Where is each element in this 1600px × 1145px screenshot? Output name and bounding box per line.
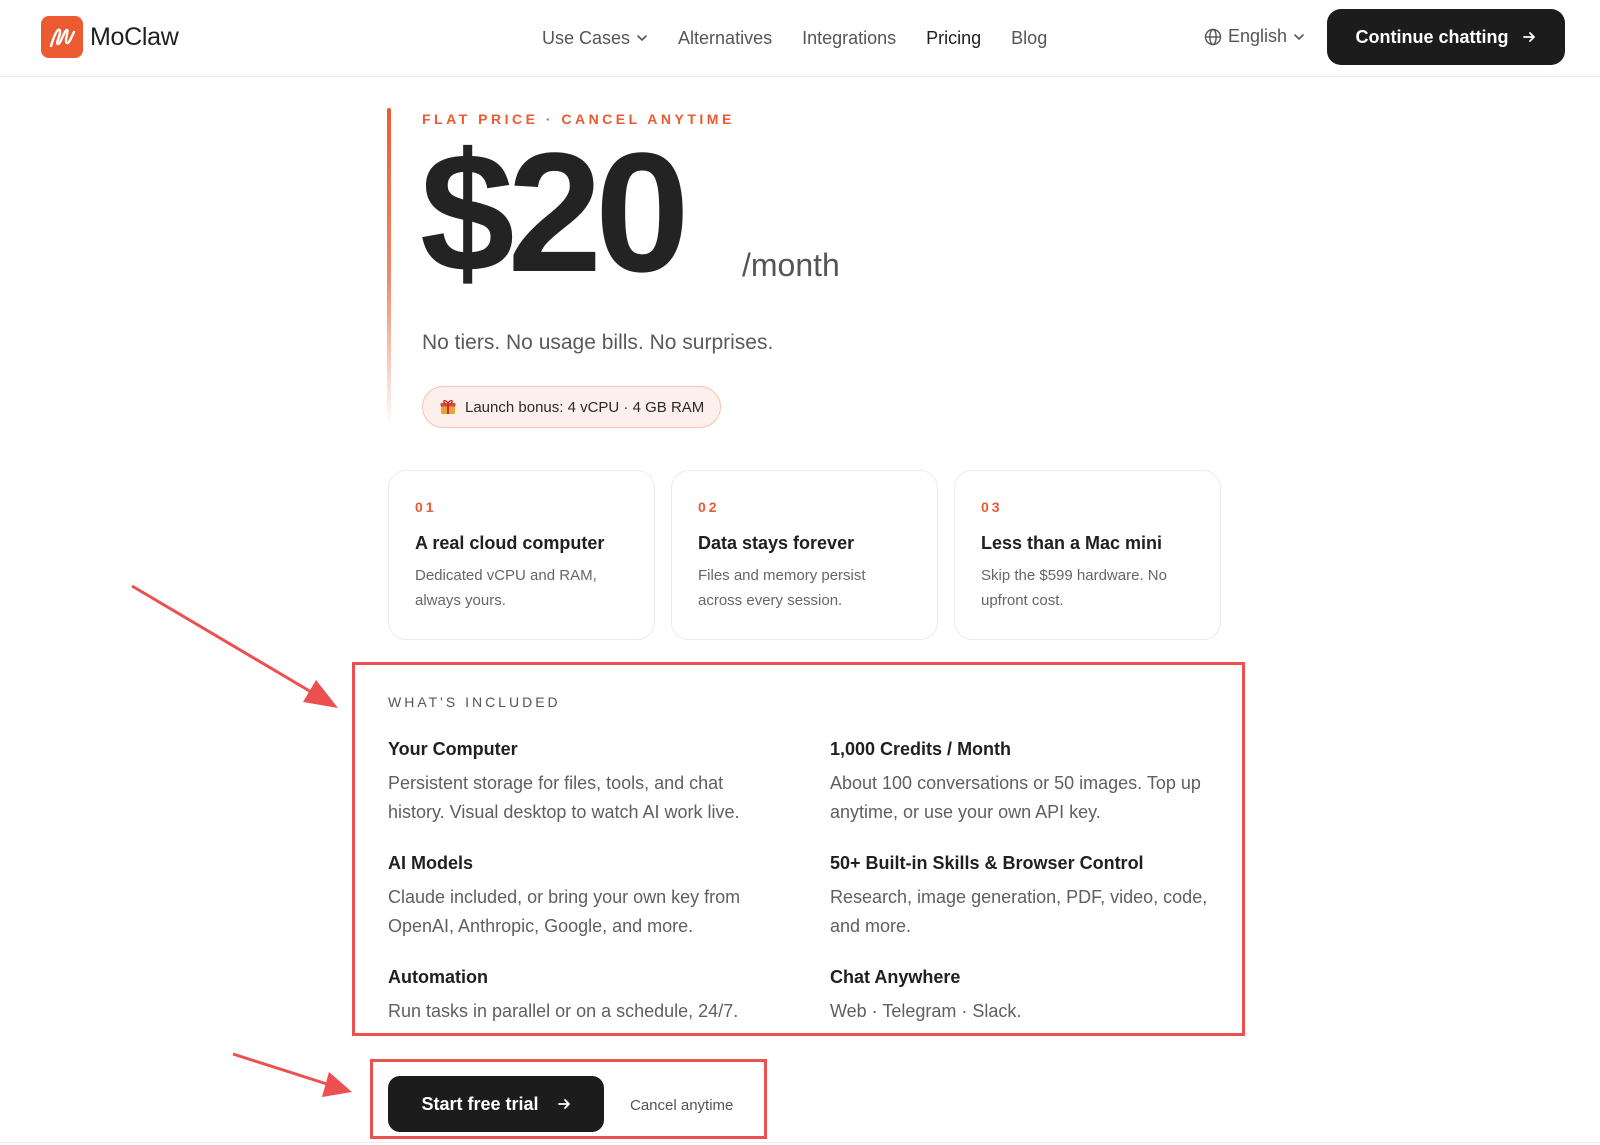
included-item: AI Models Claude included, or bring your… bbox=[388, 853, 778, 941]
site-header: MoClaw Use Cases Alternatives Integratio… bbox=[0, 0, 1600, 77]
included-item-description: Web · Telegram · Slack. bbox=[830, 1001, 1022, 1021]
included-item-title: AI Models bbox=[388, 853, 474, 873]
included-item-title: Automation bbox=[388, 967, 488, 987]
included-item: Your Computer Persistent storage for fil… bbox=[388, 739, 778, 827]
included-item-title: Chat Anywhere bbox=[830, 967, 961, 987]
button-label: Start free trial bbox=[421, 1093, 539, 1114]
included-item-description: Persistent storage for files, tools, and… bbox=[388, 773, 740, 822]
language-selector[interactable]: English bbox=[1204, 26, 1305, 47]
nav-integrations[interactable]: Integrations bbox=[802, 28, 896, 49]
bonus-text: Launch bonus: 4 vCPU · 4 GB RAM bbox=[465, 398, 705, 416]
nav-pricing[interactable]: Pricing bbox=[926, 28, 981, 49]
pricing-tagline: No tiers. No usage bills. No surprises. bbox=[422, 331, 774, 354]
nav-label: Use Cases bbox=[542, 27, 631, 48]
price-period: /month bbox=[742, 247, 840, 283]
globe-icon bbox=[1204, 28, 1222, 45]
moclaw-logo-icon bbox=[41, 16, 83, 58]
main-nav: Use Cases Alternatives Integrations Pric… bbox=[542, 0, 1077, 76]
included-item: 50+ Built-in Skills & Browser Control Re… bbox=[830, 853, 1220, 941]
included-item-title: 1,000 Credits / Month bbox=[830, 739, 1012, 759]
brand-name: MoClaw bbox=[90, 22, 179, 51]
included-item-description: Claude included, or bring your own key f… bbox=[388, 887, 741, 936]
start-free-trial-button[interactable]: Start free trial bbox=[388, 1076, 604, 1132]
launch-bonus-badge: Launch bonus: 4 vCPU · 4 GB RAM bbox=[422, 386, 722, 428]
nav-alternatives[interactable]: Alternatives bbox=[678, 28, 772, 49]
feature-card: 02 Data stays forever Files and memory p… bbox=[671, 470, 938, 640]
chevron-down-icon bbox=[1294, 33, 1304, 40]
card-number: 03 bbox=[981, 499, 1003, 515]
included-item: 1,000 Credits / Month About 100 conversa… bbox=[830, 739, 1220, 827]
nav-blog[interactable]: Blog bbox=[1011, 28, 1047, 49]
card-description: Files and memory persist across every se… bbox=[698, 567, 866, 609]
chevron-down-icon bbox=[637, 35, 647, 42]
included-label: WHAT'S INCLUDED bbox=[388, 694, 561, 710]
feature-card: 01 A real cloud computer Dedicated vCPU … bbox=[388, 470, 655, 640]
accent-bar bbox=[387, 108, 391, 420]
included-item-title: Your Computer bbox=[388, 739, 518, 759]
included-item-description: About 100 conversations or 50 images. To… bbox=[830, 773, 1201, 822]
card-title: A real cloud computer bbox=[415, 533, 605, 553]
cancel-anytime-note: Cancel anytime bbox=[630, 1097, 734, 1114]
included-item: Automation Run tasks in parallel or on a… bbox=[388, 967, 778, 1026]
continue-chatting-button[interactable]: Continue chatting bbox=[1327, 9, 1565, 65]
annotation-arrow-icon bbox=[232, 1052, 352, 1097]
logo[interactable]: MoClaw bbox=[41, 16, 179, 58]
price-amount: $20 bbox=[420, 118, 690, 308]
language-label: English bbox=[1228, 26, 1288, 46]
card-description: Skip the $599 hardware. No upfront cost. bbox=[981, 567, 1167, 609]
included-item-description: Run tasks in parallel or on a schedule, … bbox=[388, 1001, 739, 1021]
included-item-description: Research, image generation, PDF, video, … bbox=[830, 887, 1208, 936]
annotation-arrow-icon bbox=[131, 584, 338, 708]
card-number: 01 bbox=[415, 499, 437, 515]
included-item-title: 50+ Built-in Skills & Browser Control bbox=[830, 853, 1144, 873]
card-title: Data stays forever bbox=[698, 533, 855, 553]
footer-divider bbox=[0, 1142, 1600, 1143]
gift-icon bbox=[440, 400, 456, 414]
arrow-right-icon bbox=[557, 1099, 570, 1109]
nav-use-cases[interactable]: Use Cases bbox=[542, 28, 648, 49]
button-label: Continue chatting bbox=[1355, 26, 1509, 47]
card-title: Less than a Mac mini bbox=[981, 533, 1163, 553]
included-item: Chat Anywhere Web · Telegram · Slack. bbox=[830, 967, 1220, 1026]
feature-card: 03 Less than a Mac mini Skip the $599 ha… bbox=[954, 470, 1221, 640]
card-number: 02 bbox=[698, 499, 720, 515]
card-description: Dedicated vCPU and RAM, always yours. bbox=[415, 567, 597, 609]
arrow-right-icon bbox=[1523, 32, 1536, 42]
